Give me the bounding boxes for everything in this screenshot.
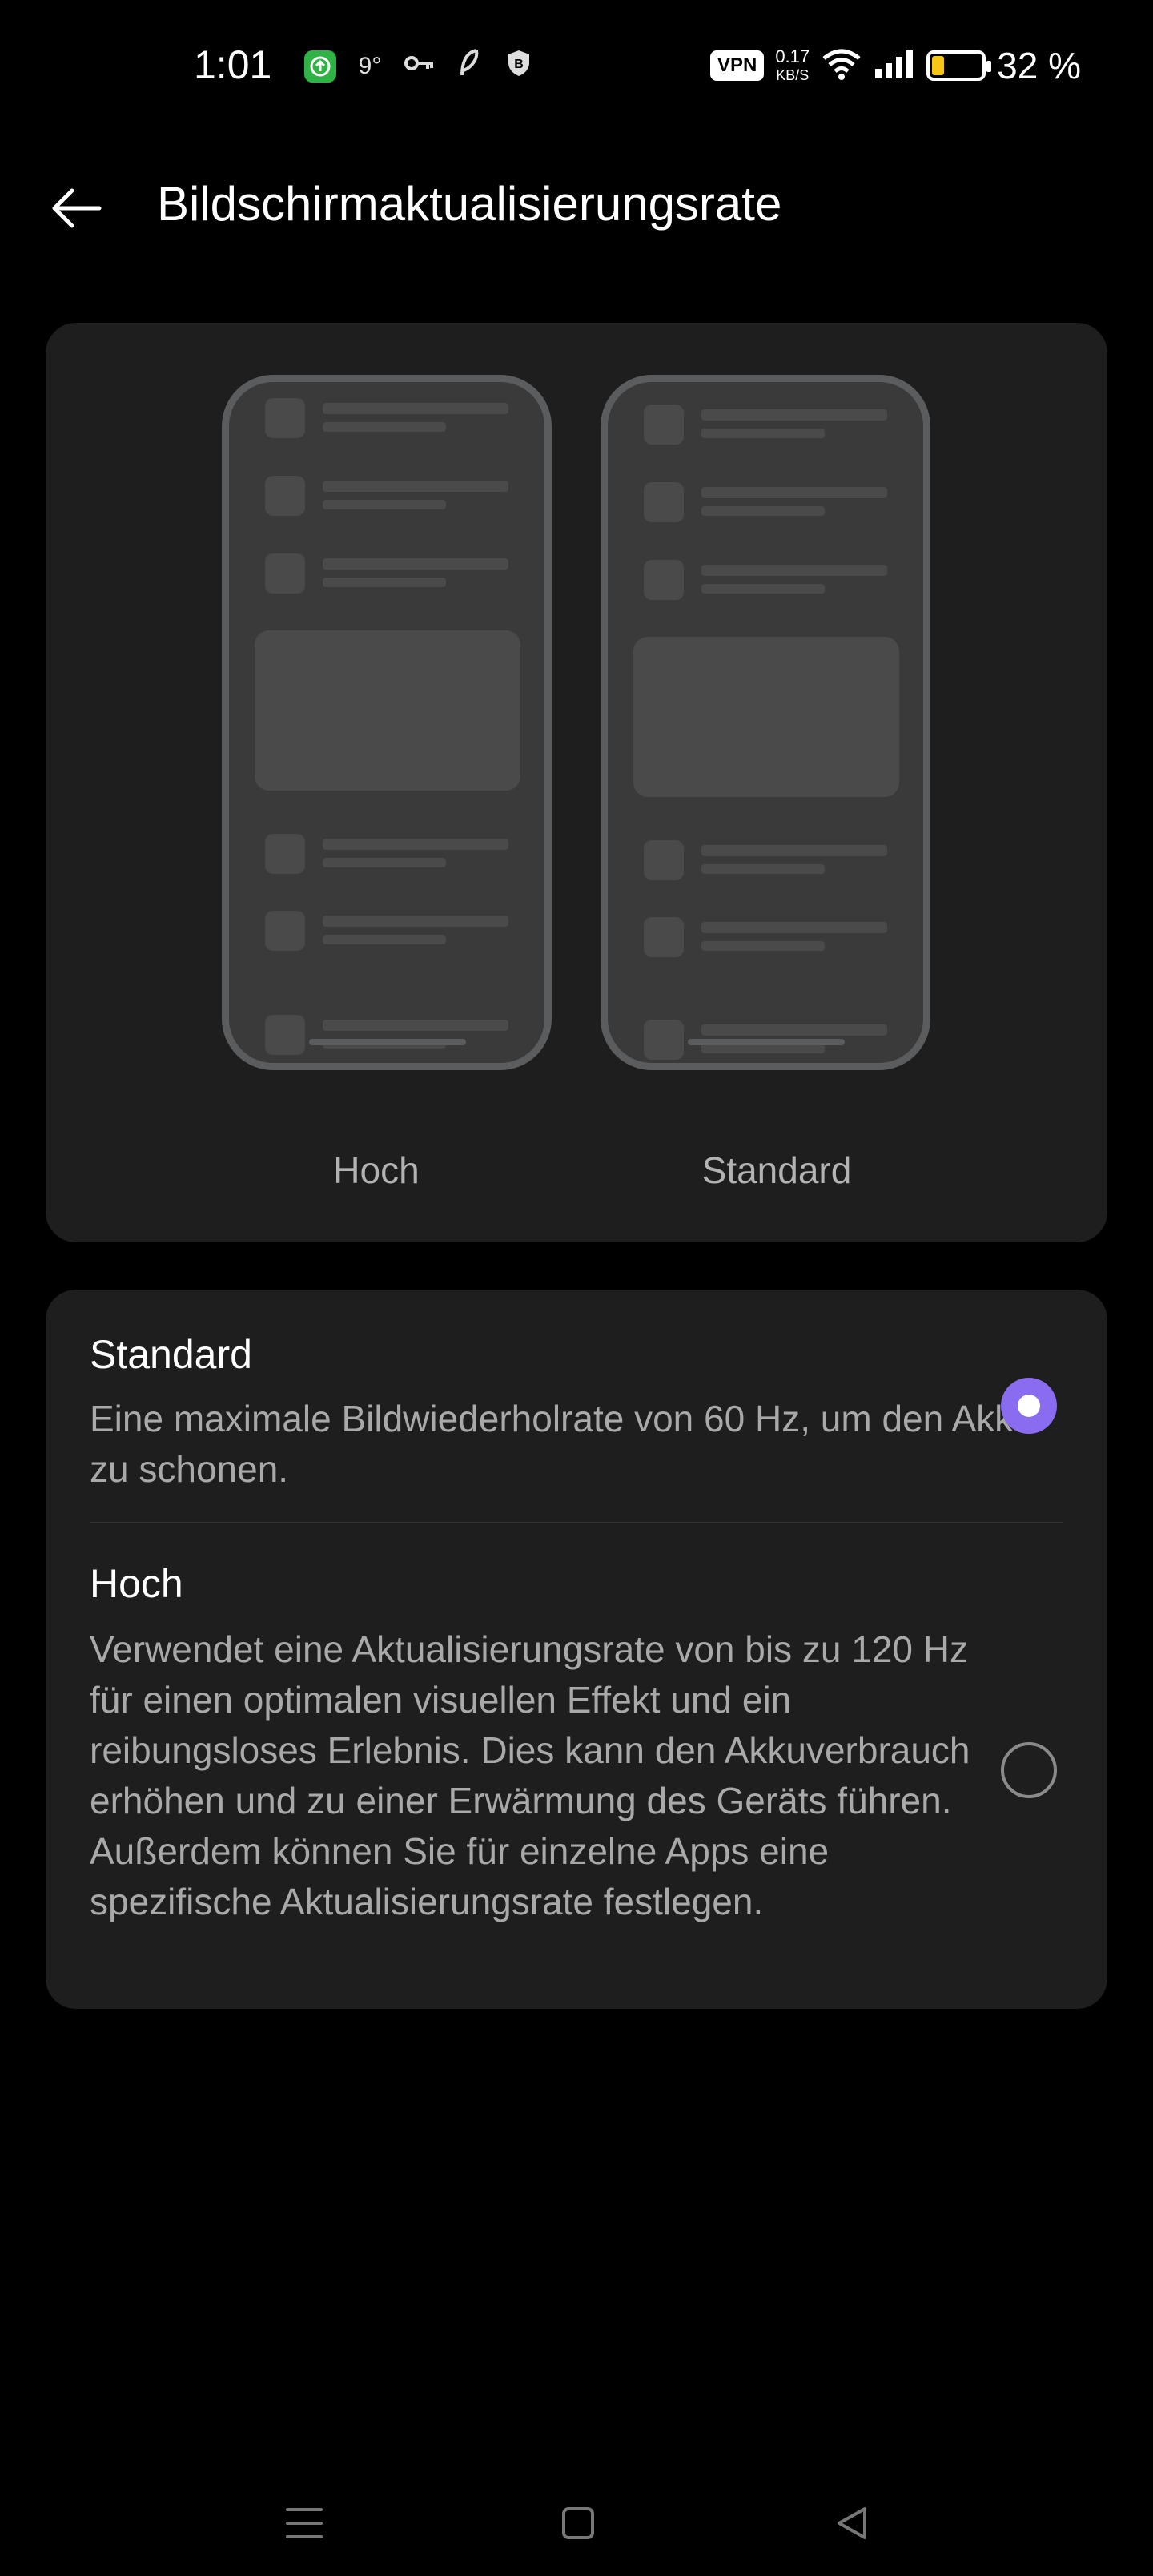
phone-preview-high (222, 375, 552, 1070)
menu-button[interactable] (264, 2483, 344, 2563)
menu-icon (286, 2508, 323, 2538)
navigation-bar (0, 2467, 1153, 2563)
status-bar: 1:01 9° B VPN 0.17 KB/S 32 % (0, 0, 1153, 132)
preview-list-row (644, 482, 887, 522)
preview-content-block (633, 637, 899, 797)
status-left-icons: 9° B (304, 48, 535, 85)
app-header: Bildschirmaktualisierungsrate (0, 160, 1153, 256)
battery-percent: 32 % (997, 45, 1081, 87)
app-notification-icon (304, 50, 336, 83)
refresh-rate-preview-card (46, 323, 1107, 1242)
network-speed-unit: KB/S (776, 66, 810, 83)
radio-button-high[interactable] (1001, 1742, 1057, 1798)
svg-text:B: B (514, 58, 524, 71)
preview-list-row (265, 1015, 508, 1055)
radio-selected-dot (1018, 1395, 1040, 1417)
preview-list-row (644, 917, 887, 957)
weather-icon: 9° (358, 53, 382, 79)
back-icon (838, 2507, 866, 2539)
preview-list-row (644, 560, 887, 600)
page-title: Bildschirmaktualisierungsrate (157, 177, 782, 231)
signal-icon (874, 48, 915, 84)
back-nav-button[interactable] (812, 2483, 892, 2563)
preview-list-row (644, 840, 887, 880)
preview-list-row (265, 553, 508, 594)
status-right-icons: VPN 0.17 KB/S 32 % (709, 44, 1081, 87)
preview-list-row (265, 911, 508, 951)
preview-home-indicator (309, 1039, 466, 1045)
key-icon (404, 51, 436, 82)
radio-button-standard[interactable] (1001, 1378, 1057, 1434)
network-speed: 0.17 KB/S (775, 46, 810, 84)
wifi-icon (821, 47, 862, 85)
back-arrow-icon (52, 188, 102, 228)
preview-list-row (644, 405, 887, 445)
preview-label-high: Hoch (333, 1149, 420, 1191)
battery-icon (926, 50, 992, 81)
preview-content-block (255, 630, 520, 791)
vpn-icon: VPN (709, 50, 765, 81)
preview-list-row (265, 398, 508, 438)
home-button[interactable] (538, 2483, 618, 2563)
preview-home-indicator (688, 1039, 845, 1045)
preview-label-standard: Standard (701, 1149, 852, 1191)
back-button[interactable] (44, 180, 108, 236)
preview-list-row (265, 834, 508, 874)
option-title: Hoch (90, 1561, 183, 1606)
refresh-rate-options: Standard Eine maximale Bildwiederholrate… (46, 1290, 1107, 2009)
network-speed-value: 0.17 (775, 46, 810, 66)
option-standard[interactable]: Standard Eine maximale Bildwiederholrate… (46, 1290, 1107, 1523)
shield-icon: B (503, 49, 535, 84)
option-description: Eine maximale Bildwiederholrate von 60 H… (90, 1398, 1034, 1490)
option-high[interactable]: Hoch Verwendet eine Aktualisierungsrate … (46, 1523, 1107, 2009)
status-time: 1:01 (194, 42, 272, 87)
option-description: Verwendet eine Aktualisierungsrate von b… (90, 1628, 970, 1922)
option-title: Standard (90, 1332, 252, 1377)
battery-fill (932, 56, 945, 75)
phone-preview-standard (601, 375, 930, 1070)
home-icon (562, 2507, 594, 2539)
preview-list-row (265, 476, 508, 516)
feather-icon (453, 48, 485, 85)
